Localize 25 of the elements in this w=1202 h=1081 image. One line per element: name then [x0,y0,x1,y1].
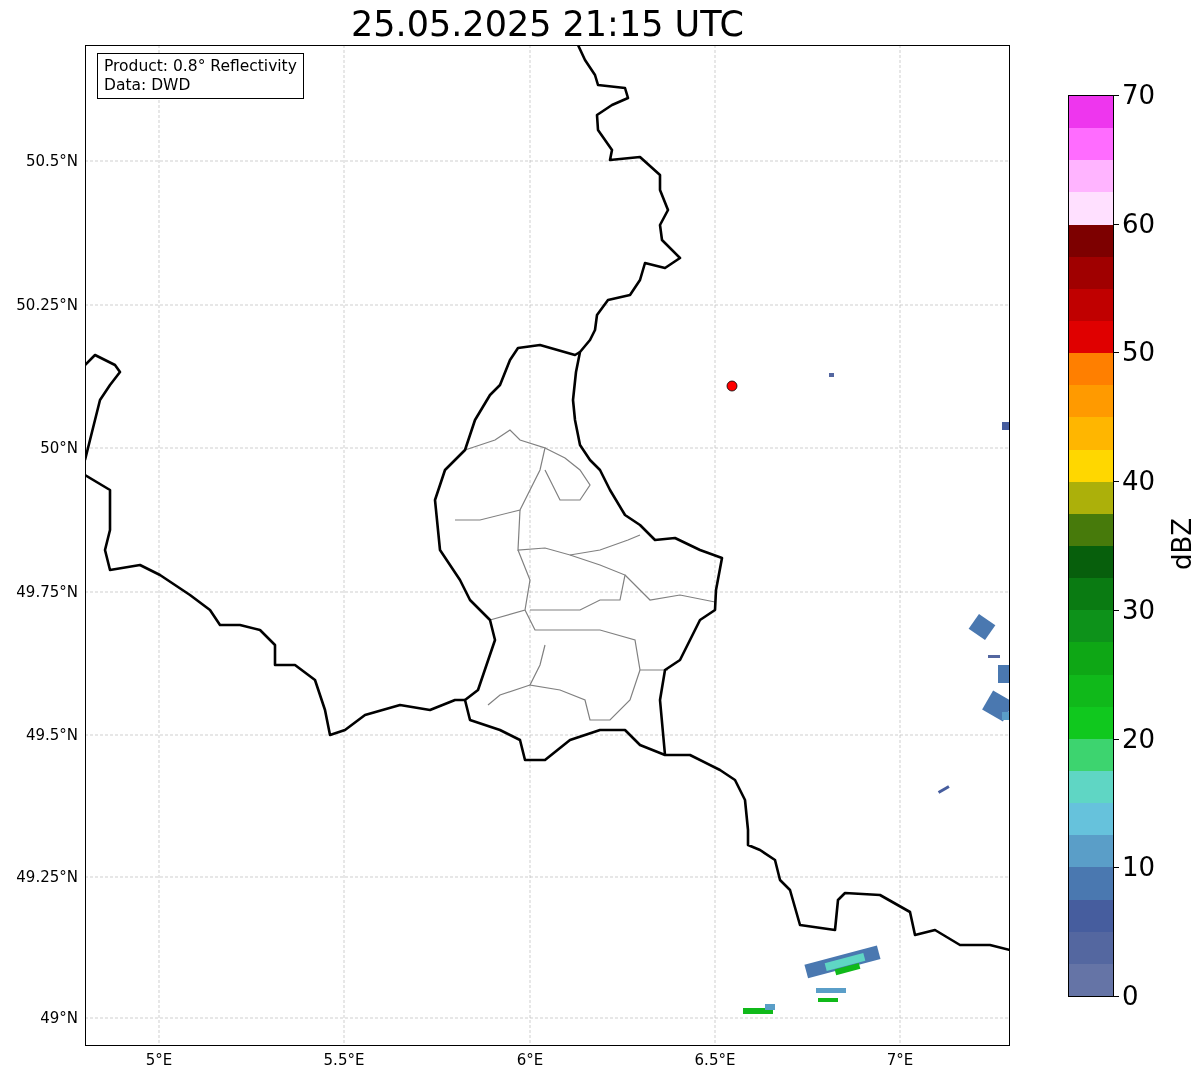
colorbar-tick-label: 0 [1122,981,1139,1011]
info-text: Product: 0.8° Reflectivity [104,57,297,76]
chart-title: 25.05.2025 21:15 UTC [350,3,745,46]
longitude-label: 6°E [515,1051,545,1069]
latitude-label: 49.75°N [15,583,78,601]
colorbar-tick-label: 60 [1122,208,1156,239]
latitude-label: 49.5°N [24,726,78,744]
colorbar-tick-label: 40 [1122,466,1156,497]
latitude-label: 50.5°N [24,152,78,170]
latitude-label: 49°N [39,1009,78,1027]
colorbar-tick-label: 30 [1122,594,1156,625]
latitude-label: 50.25°N [15,296,78,314]
colorbar-tick-label: 20 [1122,723,1156,754]
colorbar-label: dBZ [1167,520,1197,570]
info-text: Data: DWD [104,76,192,95]
colorbar-tick-label: 10 [1122,852,1156,883]
longitude-label: 5.5°E [322,1051,366,1069]
radar-location-marker [726,380,738,392]
longitude-label: 5°E [144,1051,174,1069]
colorbar-tick-label: 70 [1122,80,1156,110]
longitude-label: 7°E [885,1051,915,1069]
colorbar-tick-label: 50 [1122,337,1156,368]
latitude-label: 49.25°N [15,868,78,886]
longitude-label: 6.5°E [693,1051,737,1069]
latitude-label: 50°N [39,439,78,457]
